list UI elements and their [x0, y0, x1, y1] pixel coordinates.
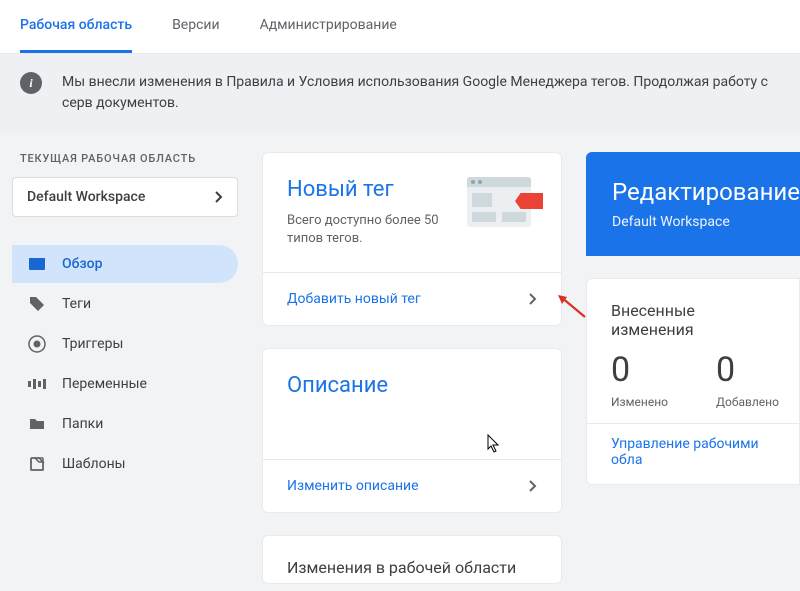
stat-changed: 0 Изменено: [611, 353, 668, 409]
chevron-right-icon: [529, 480, 537, 492]
stat-changed-value: 0: [611, 353, 668, 387]
info-text: Мы внесли изменения в Правила и Условия …: [62, 72, 780, 114]
workspace-name: Default Workspace: [27, 189, 145, 205]
sidebar: ТЕКУЩАЯ РАБОЧАЯ ОБЛАСТЬ Default Workspac…: [0, 132, 250, 591]
new-tag-subtitle: Всего доступно более 50 типов тегов.: [287, 212, 455, 248]
stat-added-label: Добавлено: [716, 395, 779, 409]
edit-workspace-card[interactable]: Редактирование Default Workspace: [586, 152, 800, 256]
nav-tags[interactable]: Теги: [12, 285, 238, 323]
annotation-arrow: [555, 293, 587, 319]
nav-templates-label: Шаблоны: [62, 456, 126, 472]
workspace-changes-card: Изменения в рабочей области: [262, 535, 562, 584]
nav-overview-label: Обзор: [62, 256, 103, 272]
stat-changed-label: Изменено: [611, 395, 668, 409]
chevron-right-icon: [215, 191, 223, 203]
top-tabs: Рабочая область Версии Администрирование: [0, 0, 800, 54]
tab-versions[interactable]: Версии: [172, 0, 220, 53]
workspace-selector[interactable]: Default Workspace: [12, 177, 238, 217]
nav-folders-label: Папки: [62, 416, 103, 432]
nav-triggers-label: Триггеры: [62, 336, 123, 352]
description-title: Описание: [287, 373, 388, 425]
changes-stats-title: Внесенные изменения: [611, 301, 775, 339]
tag-illustration: [467, 177, 537, 231]
info-banner: i Мы внесли изменения в Правила и Услови…: [0, 54, 800, 132]
workspace-section-label: ТЕКУЩАЯ РАБОЧАЯ ОБЛАСТЬ: [12, 152, 238, 177]
chevron-right-icon: [529, 293, 537, 305]
trigger-icon: [28, 335, 46, 353]
nav-overview[interactable]: Обзор: [12, 245, 238, 283]
tab-workspace[interactable]: Рабочая область: [20, 0, 132, 53]
template-icon: [28, 455, 46, 473]
nav-variables-label: Переменные: [62, 376, 147, 392]
variables-icon: [28, 375, 46, 393]
nav-tags-label: Теги: [62, 296, 91, 312]
new-tag-card: Новый тег Всего доступно более 50 типов …: [262, 152, 562, 326]
nav-variables[interactable]: Переменные: [12, 365, 238, 403]
edit-workspace-title: Редактирование: [612, 178, 774, 206]
nav-triggers[interactable]: Триггеры: [12, 325, 238, 363]
add-new-tag-label: Добавить новый тег: [287, 291, 421, 307]
dashboard-icon: [28, 255, 46, 273]
stat-added-value: 0: [716, 353, 779, 387]
stat-added: 0 Добавлено: [716, 353, 779, 409]
edit-description-action[interactable]: Изменить описание: [263, 459, 561, 512]
nav-folders[interactable]: Папки: [12, 405, 238, 443]
tag-icon: [28, 295, 46, 313]
add-new-tag-action[interactable]: Добавить новый тег: [263, 272, 561, 325]
nav-templates[interactable]: Шаблоны: [12, 445, 238, 483]
manage-workspaces-link[interactable]: Управление рабочими обла: [587, 423, 799, 468]
edit-workspace-subtitle: Default Workspace: [612, 214, 774, 230]
workspace-changes-title: Изменения в рабочей области: [263, 536, 561, 583]
folder-icon: [28, 415, 46, 433]
tab-admin[interactable]: Администрирование: [260, 0, 397, 53]
info-icon: i: [20, 72, 42, 94]
description-card: Описание Изменить описание: [262, 348, 562, 513]
new-tag-title: Новый тег: [287, 177, 455, 202]
changes-stats-card: Внесенные изменения 0 Изменено 0 Добавле…: [586, 278, 800, 485]
edit-description-label: Изменить описание: [287, 478, 419, 494]
